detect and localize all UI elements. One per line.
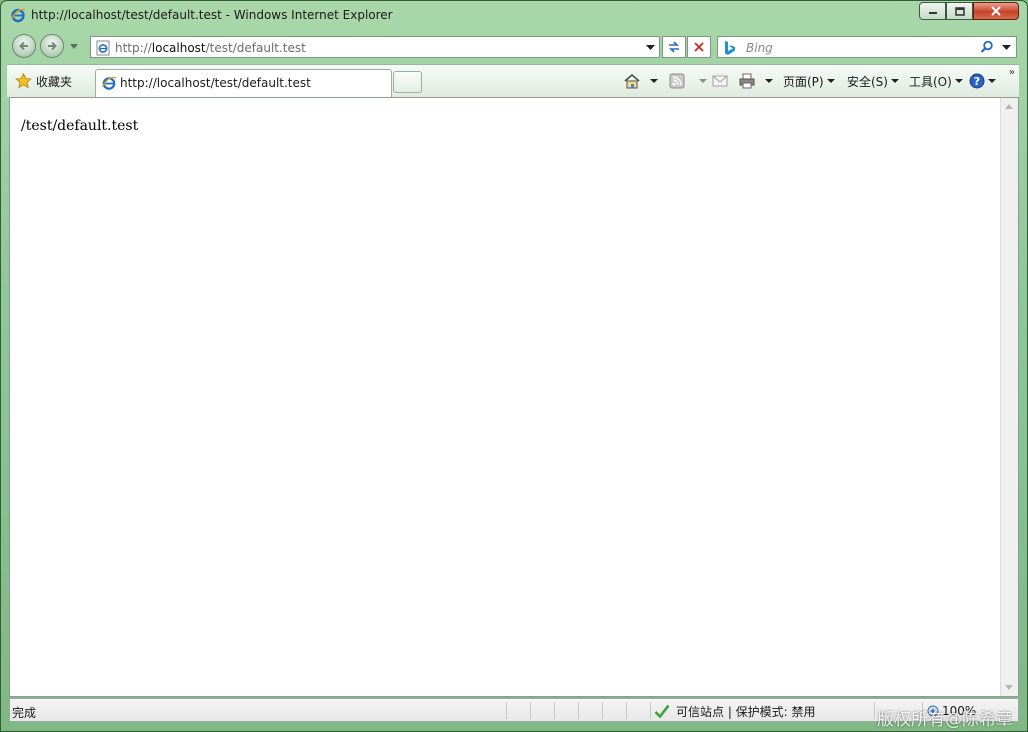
help-icon: ? xyxy=(969,73,985,89)
arrow-right-icon xyxy=(48,41,57,51)
feeds-button[interactable] xyxy=(669,71,707,91)
url-scheme: http:// xyxy=(115,41,152,55)
help-button[interactable]: ? xyxy=(969,71,996,91)
forward-button[interactable] xyxy=(40,34,64,58)
scroll-down-arrow-icon[interactable] xyxy=(1005,685,1013,690)
page-menu-button[interactable]: 页面(P) xyxy=(783,71,835,91)
page-menu-label: 页面(P) xyxy=(783,74,824,89)
address-bar[interactable]: http://localhost/test/default.test xyxy=(90,36,660,58)
page-viewport: /test/default.test xyxy=(9,97,1019,697)
security-zone[interactable]: 可信站点 | 保护模式: 禁用 xyxy=(654,702,816,720)
rss-feed-icon xyxy=(669,73,685,89)
print-button[interactable] xyxy=(738,71,773,91)
tools-menu-label: 工具(O) xyxy=(909,74,952,89)
url-path: /test/default.test xyxy=(205,41,306,55)
minimize-button[interactable] xyxy=(919,2,946,20)
safety-menu-button[interactable]: 安全(S) xyxy=(847,71,899,91)
watermark: 版权所有@陈希章 xyxy=(877,710,1013,730)
address-url[interactable]: http://localhost/test/default.test xyxy=(115,41,306,55)
favorites-label: 收藏夹 xyxy=(36,74,73,89)
vertical-scrollbar[interactable] xyxy=(1000,98,1018,696)
new-tab-button[interactable] xyxy=(393,71,422,93)
security-zone-label: 可信站点 | 保护模式: 禁用 xyxy=(676,704,816,719)
page-content-text: /test/default.test xyxy=(21,118,139,134)
page-icon xyxy=(96,40,110,56)
chevron-down-icon[interactable] xyxy=(699,79,707,83)
stop-button[interactable] xyxy=(687,36,711,58)
chevron-down-icon[interactable] xyxy=(1002,45,1011,50)
maximize-icon xyxy=(954,6,965,16)
title-bar: http://localhost/test/default.test - Win… xyxy=(1,1,1027,31)
safety-menu-label: 安全(S) xyxy=(847,74,888,89)
maximize-button[interactable] xyxy=(946,2,973,20)
browser-window: http://localhost/test/default.test - Win… xyxy=(0,0,1028,732)
chevron-down-icon xyxy=(826,79,835,83)
search-box[interactable] xyxy=(717,36,1017,58)
chevron-down-icon xyxy=(988,79,996,83)
status-divider xyxy=(530,702,531,719)
status-text: 完成 xyxy=(12,706,37,720)
home-button[interactable] xyxy=(623,71,658,91)
home-icon xyxy=(624,74,640,89)
ie-page-icon xyxy=(101,76,117,90)
ie-logo-icon xyxy=(10,8,26,23)
url-host: localhost xyxy=(151,41,206,55)
scroll-up-arrow-icon[interactable] xyxy=(1005,104,1013,109)
read-mail-button[interactable] xyxy=(712,71,728,91)
svg-text:?: ? xyxy=(974,75,980,88)
status-divider xyxy=(506,702,507,719)
status-divider xyxy=(554,702,555,719)
bing-logo-icon xyxy=(725,41,735,55)
status-divider xyxy=(626,702,627,719)
favorites-button[interactable]: 收藏夹 xyxy=(15,71,72,91)
arrow-left-icon xyxy=(19,41,28,51)
search-icon[interactable] xyxy=(980,40,994,54)
printer-icon xyxy=(739,73,755,89)
status-bar: 完成 可信站点 | 保护模式: 禁用 100% xyxy=(9,698,1019,722)
status-divider xyxy=(602,702,603,719)
command-bar: 收藏夹 http://localhost/test/default.test 页… xyxy=(7,64,1019,97)
minimize-icon xyxy=(928,12,937,14)
chevron-down-icon[interactable] xyxy=(650,79,658,83)
chevron-down-icon xyxy=(954,79,963,83)
refresh-icon xyxy=(669,41,679,53)
tab-title: http://localhost/test/default.test xyxy=(120,76,311,90)
chevron-down-icon xyxy=(890,79,899,83)
mail-icon xyxy=(712,75,728,87)
chevron-down-icon[interactable] xyxy=(765,79,773,83)
tools-menu-button[interactable]: 工具(O) xyxy=(909,71,963,91)
chevron-down-icon[interactable] xyxy=(646,45,655,50)
window-title: http://localhost/test/default.test - Win… xyxy=(31,8,393,22)
status-divider xyxy=(874,702,875,719)
recent-pages-dropdown-icon[interactable] xyxy=(70,44,78,49)
status-divider xyxy=(578,702,579,719)
close-icon xyxy=(991,6,1001,16)
navigation-bar: http://localhost/test/default.test xyxy=(1,31,1027,63)
stop-icon xyxy=(694,42,704,52)
close-window-button[interactable] xyxy=(973,2,1019,20)
back-button[interactable] xyxy=(12,34,36,58)
more-commands-chevron-icon[interactable]: » xyxy=(1009,67,1015,78)
star-icon xyxy=(15,73,32,89)
search-input[interactable] xyxy=(744,39,978,57)
refresh-button[interactable] xyxy=(662,36,686,58)
tab-current-page[interactable]: http://localhost/test/default.test xyxy=(95,69,392,97)
status-divider xyxy=(650,702,651,719)
checkmark-icon xyxy=(654,704,670,718)
